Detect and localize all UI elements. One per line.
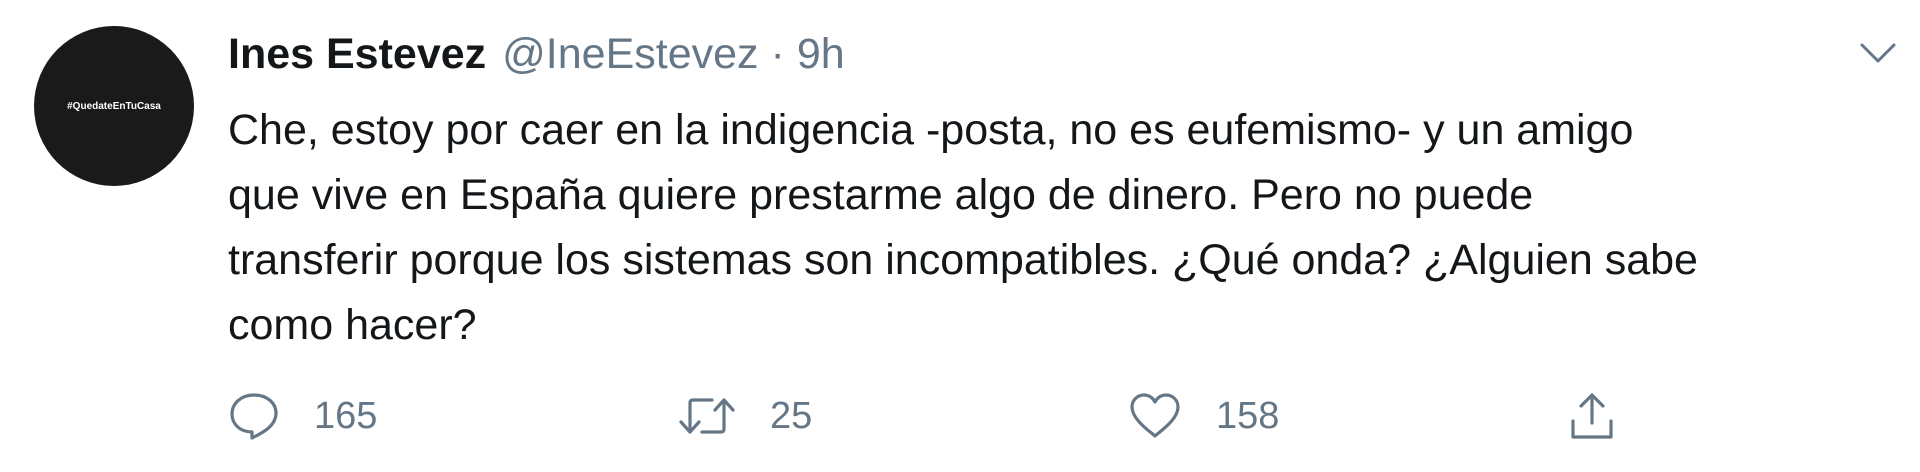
- avatar-hashtag-text: #QuedateEnTuCasa: [67, 100, 161, 112]
- speech-bubble-icon: [228, 391, 280, 441]
- header-separator: ·: [770, 30, 785, 78]
- tweet-card[interactable]: #QuedateEnTuCasa Ines Estevez @IneEsteve…: [0, 0, 1920, 472]
- chevron-down-icon[interactable]: [1858, 40, 1898, 66]
- reply-button[interactable]: 165: [228, 388, 377, 444]
- author-handle[interactable]: @IneEstevez: [502, 30, 758, 79]
- retweet-count: 25: [770, 394, 813, 437]
- reply-count: 165: [314, 394, 378, 437]
- heart-icon: [1128, 391, 1182, 441]
- retweet-button[interactable]: 25: [678, 388, 812, 444]
- like-button[interactable]: 158: [1128, 388, 1279, 444]
- retweet-arrows-icon: [678, 391, 736, 441]
- tweet-actions: 165 25 158: [228, 388, 1648, 444]
- avatar[interactable]: #QuedateEnTuCasa: [34, 26, 194, 186]
- tweet-text-line: transferir porque los sistemas son incom…: [228, 236, 1698, 284]
- tweet-text-line: Che, estoy por caer en la indigencia -po…: [228, 106, 1634, 154]
- tweet-text-line: que vive en España quiere prestarme algo…: [228, 171, 1534, 219]
- share-button[interactable]: [1568, 388, 1616, 444]
- author-name[interactable]: Ines Estevez: [228, 30, 486, 79]
- tweet-text: Che, estoy por caer en la indigencia -po…: [228, 98, 1898, 358]
- tweet-text-line: como hacer?: [228, 301, 477, 349]
- tweet-header: Ines Estevez @IneEstevez · 9h: [228, 30, 845, 90]
- tweet-timestamp[interactable]: 9h: [797, 30, 845, 79]
- like-count: 158: [1216, 394, 1280, 437]
- share-upload-icon: [1568, 389, 1616, 443]
